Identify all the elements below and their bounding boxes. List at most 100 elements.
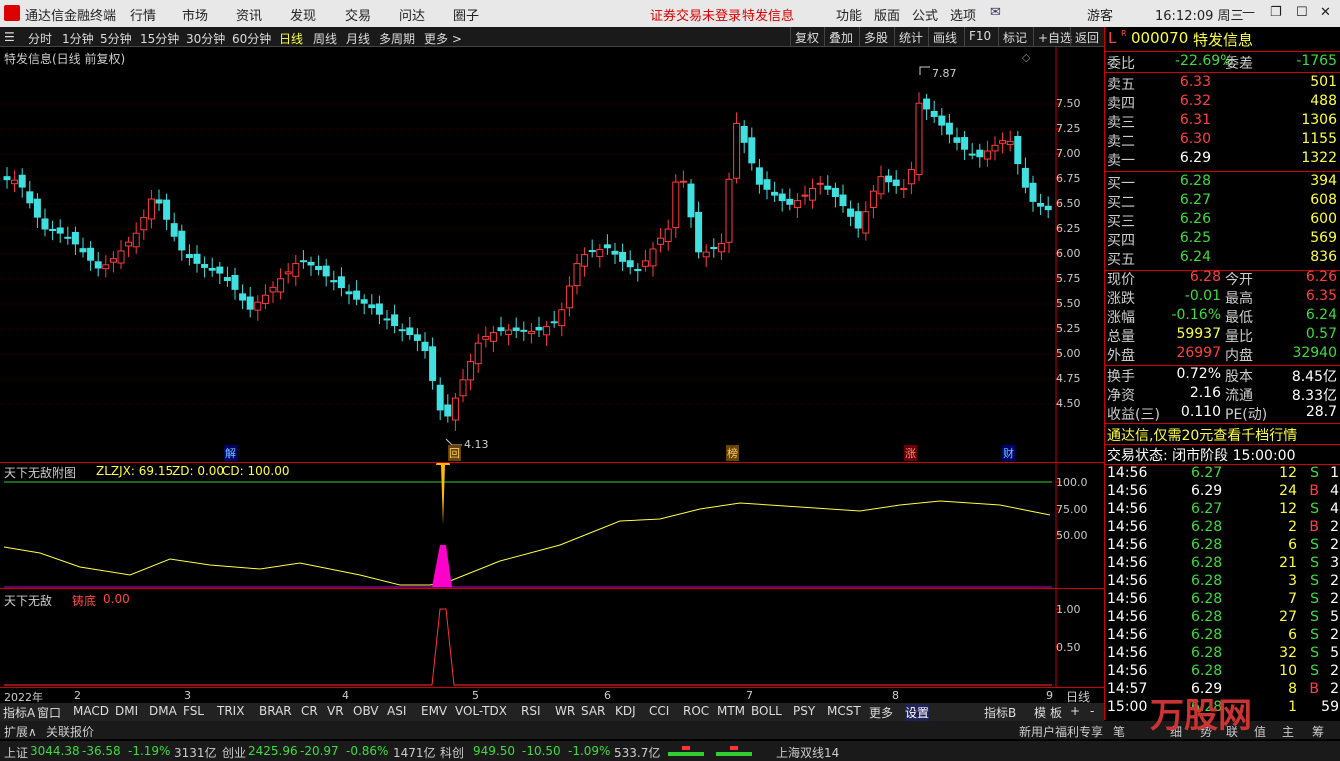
login-notice[interactable]: 证券交易未登录 — [650, 5, 741, 24]
menu-shichang[interactable]: 市场 — [182, 5, 208, 24]
indicator-tab[interactable]: WR — [555, 704, 575, 718]
candle-body — [322, 265, 330, 277]
period-60min[interactable]: 60分钟 — [232, 30, 271, 47]
indicator-tab-right[interactable]: + — [1070, 704, 1080, 718]
indicator-tab[interactable]: TRIX — [217, 704, 244, 718]
indicator-tab[interactable]: BRAR — [259, 704, 292, 718]
low-label: 4.13 — [464, 438, 489, 451]
marker-hui[interactable]: 回 — [448, 445, 461, 461]
indicator-tab[interactable]: VOL-TDX — [455, 704, 507, 718]
minimize-icon[interactable]: — — [1242, 5, 1255, 20]
menu-xuanxiang[interactable]: 选项 — [950, 5, 976, 24]
menu-zixun[interactable]: 资讯 — [236, 5, 262, 24]
sell-price: 6.33 — [1179, 74, 1211, 90]
user-label[interactable]: 游客 — [1087, 5, 1113, 24]
candle-body — [885, 175, 893, 183]
indicator-panel-1[interactable]: 天下无敌附图 ZLZJX: 69.15 ZD: 0.00 CD: 100.00 … — [0, 463, 1104, 589]
dual-line-ticker[interactable]: 上海双线14 — [776, 744, 839, 761]
indicator-tab[interactable]: VR — [327, 704, 344, 718]
tool-biaoji[interactable]: 标记 — [998, 27, 1031, 46]
period-1min[interactable]: 1分钟 — [62, 30, 94, 47]
period-month[interactable]: 月线 — [346, 30, 370, 47]
tool-huaxian[interactable]: 画线 — [928, 27, 961, 46]
indicator-tab[interactable]: ASI — [387, 704, 406, 718]
period-15min[interactable]: 15分钟 — [140, 30, 179, 47]
candle-body — [284, 271, 292, 275]
indicator-tab[interactable]: FSL — [183, 704, 204, 718]
period-more[interactable]: 更多 > — [424, 30, 462, 47]
period-30min[interactable]: 30分钟 — [186, 30, 225, 47]
tick-row: 14:56 6.28 10 S 2 — [1105, 663, 1340, 682]
index-cy-name[interactable]: 创业 — [222, 744, 246, 761]
indicator-tab[interactable]: DMI — [115, 704, 138, 718]
menu-quanzi[interactable]: 圈子 — [453, 5, 479, 24]
tool-duogu[interactable]: 多股 — [859, 27, 892, 46]
menu-faxian[interactable]: 发现 — [290, 5, 316, 24]
menu-jiaoyi[interactable]: 交易 — [345, 5, 371, 24]
indicator-tab[interactable]: 更多 — [869, 704, 893, 721]
kline-chart[interactable]: 特发信息(日线 前复权) ◇ 7.87 4.13 解 回 榜 涨 财 7.50 7… — [0, 47, 1104, 463]
menu-gongshi[interactable]: 公式 — [912, 5, 938, 24]
index-sh-name[interactable]: 上证 — [4, 744, 28, 761]
indicator-tab[interactable]: MCST — [827, 704, 861, 718]
indicator-tab[interactable]: CCI — [649, 704, 669, 718]
stat-label: 股本 — [1225, 369, 1253, 385]
period-day[interactable]: 日线 — [279, 30, 303, 47]
indicator-tab[interactable]: MACD — [73, 704, 109, 718]
menu-hangqing[interactable]: 行情 — [130, 5, 156, 24]
indicator-panel-2[interactable]: 天下无敌 铸底 0.00 1.00 0.50 — [0, 589, 1104, 687]
menu-gongneng[interactable]: 功能 — [836, 5, 862, 24]
indicator-tab[interactable]: PSY — [793, 704, 815, 718]
indicator-tab[interactable]: OBV — [353, 704, 379, 718]
mail-icon[interactable]: ✉ — [990, 5, 1001, 20]
period-week[interactable]: 周线 — [313, 30, 337, 47]
indicator-tab[interactable]: 设置 — [905, 704, 930, 721]
candle-body — [11, 179, 19, 185]
expand-icon[interactable]: ☰ — [4, 30, 15, 44]
candle-body — [839, 194, 847, 207]
tool-diejia[interactable]: 叠加 — [824, 27, 857, 46]
sell-price: 6.31 — [1179, 112, 1211, 128]
close-icon[interactable]: ✕ — [1320, 5, 1331, 20]
candle-body — [277, 278, 285, 293]
marker-jie[interactable]: 解 — [224, 445, 237, 461]
tool-fanhui[interactable]: 返回 — [1070, 27, 1103, 46]
indicator-tab[interactable]: KDJ — [615, 704, 636, 718]
indicator-tab-right[interactable]: 模 — [1034, 704, 1046, 721]
tool-tongji[interactable]: 统计 — [894, 27, 927, 46]
index-kc-name[interactable]: 科创 — [440, 744, 464, 761]
candle-body — [3, 176, 11, 181]
indicator-tab-right[interactable]: 指标B — [984, 704, 1016, 721]
indicator-tab[interactable]: 指标A — [3, 704, 35, 721]
indicator-tab[interactable]: SAR — [581, 704, 605, 718]
indicator-tab-right[interactable]: 板 — [1050, 704, 1062, 721]
tool-fuquan[interactable]: 复权 — [790, 27, 823, 46]
bottom-tab-bi[interactable]: 笔 — [1113, 723, 1125, 740]
period-fenshi[interactable]: 分时 — [28, 30, 52, 47]
expand-button[interactable]: 扩展∧ — [4, 723, 37, 740]
marker-bang[interactable]: 榜 — [726, 445, 739, 461]
indicator-tab[interactable]: CR — [301, 704, 318, 718]
indicator-tab[interactable]: DMA — [149, 704, 177, 718]
promo-link[interactable]: 新用户福利专享 — [1019, 723, 1103, 740]
marker-cai[interactable]: 财 — [1002, 445, 1015, 461]
indicator-tab[interactable]: RSI — [521, 704, 541, 718]
period-5min[interactable]: 5分钟 — [100, 30, 132, 47]
period-multi[interactable]: 多周期 — [379, 30, 415, 47]
menu-wenda[interactable]: 问达 — [399, 5, 425, 24]
indicator-tab[interactable]: EMV — [421, 704, 447, 718]
axis-label: 9 — [1046, 689, 1053, 702]
menu-banmian[interactable]: 版面 — [874, 5, 900, 24]
indicator-tab[interactable]: ROC — [683, 704, 709, 718]
stat-value: 28.7 — [1305, 404, 1337, 420]
related-quote-button[interactable]: 关联报价 — [46, 723, 94, 740]
indicator-tab[interactable]: 窗口 — [37, 704, 61, 721]
indicator-tab[interactable]: BOLL — [751, 704, 782, 718]
restore-icon[interactable]: ❐ — [1270, 5, 1282, 20]
candle-body — [877, 176, 885, 195]
indicator-tab[interactable]: MTM — [717, 704, 745, 718]
marker-zhang[interactable]: 涨 — [904, 445, 917, 461]
tool-f10[interactable]: F10 — [964, 27, 995, 46]
maximize-icon[interactable]: ☐ — [1296, 5, 1308, 20]
indicator-tab-right[interactable]: - — [1090, 704, 1094, 718]
